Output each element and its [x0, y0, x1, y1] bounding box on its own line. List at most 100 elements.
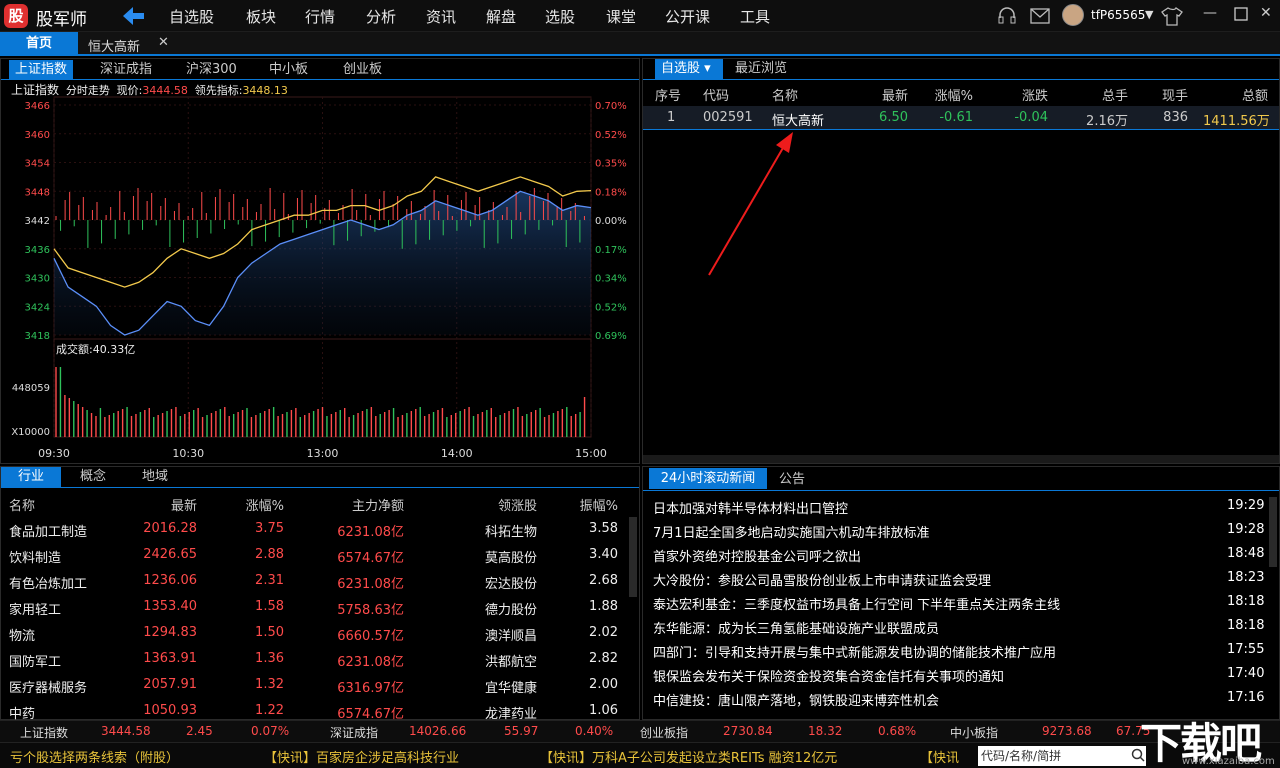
row-index: 1	[667, 110, 676, 125]
volume-label: 成交额:40.33亿	[56, 342, 135, 356]
header-change-pct[interactable]: 涨幅%	[913, 85, 973, 104]
mail-icon[interactable]	[1030, 8, 1050, 24]
headset-icon[interactable]	[997, 6, 1017, 26]
menu-classroom[interactable]: 课堂	[606, 6, 636, 27]
chevron-down-icon[interactable]: ▼	[1145, 8, 1153, 21]
status-cy-name[interactable]: 创业板指	[640, 724, 688, 741]
y-tick-label: 3460	[25, 130, 50, 141]
news-list: 日本加强对韩半导体材料出口管控 19:29 7月1日起全国多地启动实施国六机动车排放…	[643, 495, 1269, 719]
ticker-item[interactable]: 【快讯】万科A子公司发起设立类REITs 融资12亿元	[540, 747, 837, 766]
news-item[interactable]: 银保监会发布关于保险资金投资集合资金信托有关事项的通知 17:40	[643, 663, 1269, 687]
menu-market[interactable]: 行情	[305, 6, 335, 27]
news-time: 19:28	[1227, 522, 1265, 537]
back-arrow-icon[interactable]	[122, 4, 146, 28]
header-sector-pct[interactable]: 涨幅%	[211, 495, 284, 514]
menu-info[interactable]: 资讯	[426, 6, 456, 27]
menu-stock-picker[interactable]: 选股	[545, 6, 575, 27]
table-row[interactable]: 国防军工 1363.91 1.36 6231.08亿 洪都航空 2.82	[1, 646, 629, 672]
news-item[interactable]: 中信建投：唐山限产落地，钢铁股迎来博弈性机会 17:16	[643, 687, 1269, 711]
vertical-scrollbar[interactable]	[629, 517, 637, 597]
ticker-item[interactable]: 【快讯】百家房企涉足高科技行业	[264, 747, 459, 766]
news-item[interactable]: 大冷股份：参股公司晶雪股份创业板上市申请获证监会受理 18:23	[643, 567, 1269, 591]
table-row[interactable]: 1 002591 恒大高新 6.50 -0.61 -0.04 2.16万 836…	[643, 106, 1279, 130]
header-current-vol[interactable]: 现手	[1133, 85, 1188, 104]
annotation-arrow	[708, 132, 793, 276]
sector-cell: 2016.28	[143, 521, 197, 536]
volume-axis-unit: X10000	[11, 427, 50, 438]
volume-axis-label: 448059	[12, 383, 50, 394]
tab-rolling-news[interactable]: 24小时滚动新闻	[649, 468, 767, 489]
header-sector-last[interactable]: 最新	[121, 495, 197, 514]
maximize-icon[interactable]	[1234, 7, 1248, 21]
header-amplitude[interactable]: 振幅%	[556, 495, 618, 514]
y-tick-label: 3442	[25, 216, 50, 227]
sector-cell: 1294.83	[143, 625, 197, 640]
vertical-scrollbar[interactable]	[1269, 497, 1277, 567]
header-last[interactable]: 最新	[843, 85, 908, 104]
header-name[interactable]: 名称	[772, 85, 798, 104]
news-item[interactable]: 首家外资绝对控股基金公司呼之欲出 18:48	[643, 543, 1269, 567]
news-item[interactable]: 东华能源：成为长三角氢能基础设施产业联盟成员 18:18	[643, 615, 1269, 639]
news-item[interactable]: 7月1日起全国多地启动实施国六机动车排放标准 19:28	[643, 519, 1269, 543]
table-row[interactable]: 中药 1050.93 1.22 6574.67亿 龙津药业 1.06	[1, 698, 629, 720]
stock-search-input[interactable]: 代码/名称/简拼	[978, 746, 1146, 766]
menu-commentary[interactable]: 解盘	[486, 6, 516, 27]
sector-cell: 饮料制造	[9, 551, 62, 566]
horizontal-scrollbar[interactable]	[643, 455, 1279, 463]
header-change[interactable]: 涨跌	[983, 85, 1048, 104]
status-sz-name[interactable]: 深证成指	[330, 724, 378, 741]
close-icon[interactable]: ✕	[1260, 5, 1272, 21]
menu-watchlist[interactable]: 自选股	[169, 6, 214, 27]
sector-cell: 2.82	[589, 651, 618, 666]
table-row[interactable]: 食品加工制造 2016.28 3.75 6231.08亿 科拓生物 3.58	[1, 516, 629, 542]
table-row[interactable]: 医疗器械服务 2057.91 1.32 6316.97亿 宜华健康 2.00	[1, 672, 629, 698]
sector-cell: 德力股份	[484, 603, 537, 618]
sector-cell: 1.32	[255, 677, 284, 692]
ticker-item[interactable]: 亏个股选择两条线索（附股）	[10, 747, 179, 766]
menu-tools[interactable]: 工具	[740, 6, 770, 27]
table-row[interactable]: 有色冶炼加工 1236.06 2.31 6231.08亿 宏达股份 2.68	[1, 568, 629, 594]
tab-recent[interactable]: 最近浏览	[735, 59, 787, 79]
header-index[interactable]: 序号	[655, 85, 681, 104]
shirt-icon[interactable]	[1160, 6, 1184, 26]
username[interactable]: tfP65565	[1091, 8, 1145, 22]
status-zx-name[interactable]: 中小板指	[950, 724, 998, 741]
status-sh-name[interactable]: 上证指数	[20, 724, 68, 741]
tab-industry[interactable]: 行业	[1, 467, 61, 487]
tab-announcements[interactable]: 公告	[779, 470, 805, 490]
sector-cell: 2426.65	[143, 547, 197, 562]
menu-analysis[interactable]: 分析	[366, 6, 396, 27]
ticker-item[interactable]: 【快讯	[920, 747, 959, 766]
header-leader[interactable]: 领涨股	[451, 495, 537, 514]
header-sector-name[interactable]: 名称	[9, 495, 35, 514]
app-name: 股军师	[36, 10, 87, 30]
header-amount[interactable]: 总额	[1203, 85, 1268, 104]
tab-home[interactable]: 首页	[0, 32, 78, 56]
header-volume[interactable]: 总手	[1063, 85, 1128, 104]
menu-public-class[interactable]: 公开课	[665, 6, 710, 27]
status-sz-price: 14026.66	[409, 724, 467, 738]
news-title: 7月1日起全国多地启动实施国六机动车排放标准	[653, 526, 930, 541]
intraday-chart[interactable]: 3466 0.70% 3460 0.52% 3454 0.35% 3448 0.18% 3442…	[1, 59, 639, 463]
table-row[interactable]: 物流 1294.83 1.50 6660.57亿 澳洋顺昌 2.02	[1, 620, 629, 646]
table-row[interactable]: 饮料制造 2426.65 2.88 6574.67亿 莫高股份 3.40	[1, 542, 629, 568]
tab-close-icon[interactable]: ✕	[158, 35, 169, 50]
sector-cell: 1.88	[589, 599, 618, 614]
news-item[interactable]: 四部门：引导和支持开展与集中式新能源发电协调的储能技术推广应用 17:55	[643, 639, 1269, 663]
index-status-bar: 上证指数 3444.58 2.45 0.07% 深证成指 14026.66 55…	[0, 720, 1280, 742]
sector-cell: 6231.08亿	[337, 577, 404, 592]
tab-watchlist[interactable]: 自选股 ▾	[655, 59, 723, 79]
minimize-icon[interactable]: —	[1203, 5, 1217, 21]
menu-sector[interactable]: 板块	[246, 6, 276, 27]
tab-concept[interactable]: 概念	[80, 467, 106, 487]
status-cy-change: 18.32	[808, 724, 843, 738]
avatar[interactable]	[1062, 4, 1084, 26]
table-row[interactable]: 家用轻工 1353.40 1.58 5758.63亿 德力股份 1.88	[1, 594, 629, 620]
tab-hengda[interactable]: 恒大高新	[88, 36, 140, 55]
news-item[interactable]: 日本加强对韩半导体材料出口管控 19:29	[643, 495, 1269, 519]
news-item[interactable]: 泰达宏利基金：三季度权益市场具备上行空间 下半年重点关注两条主线 18:18	[643, 591, 1269, 615]
tab-region[interactable]: 地域	[142, 467, 168, 487]
header-code[interactable]: 代码	[703, 85, 729, 104]
header-main-net[interactable]: 主力净额	[301, 495, 404, 514]
row-amount: 1411.56万	[1203, 114, 1270, 129]
